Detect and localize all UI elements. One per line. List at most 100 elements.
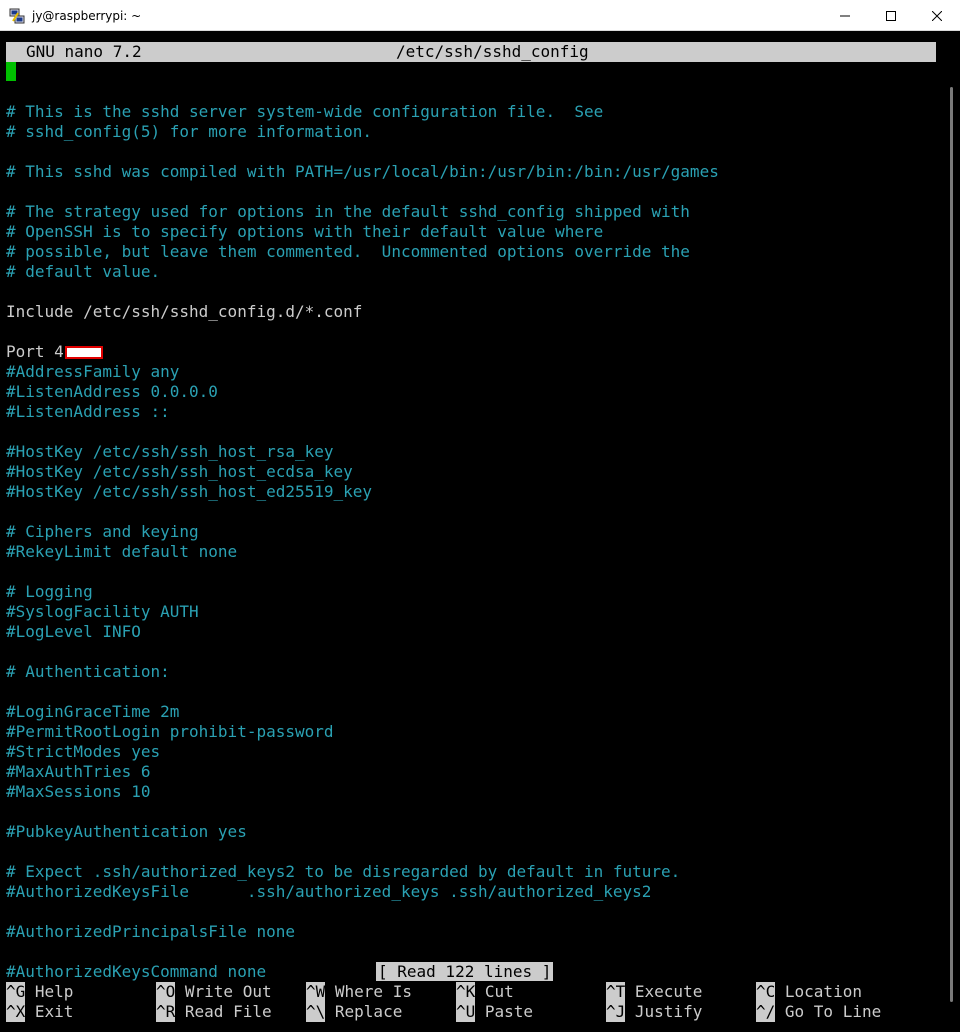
line-text: #LoginGraceTime 2m [6,702,180,721]
shortcut-key: ^C [756,982,776,1002]
line-text: #ListenAddress 0.0.0.0 [6,382,218,401]
line-text: #RekeyLimit default none [6,542,238,561]
redaction-box [64,346,103,359]
nano-title-bar: GNU nano 7.2 /etc/ssh/sshd_config [6,42,936,62]
editor-line: #HostKey /etc/ssh/ssh_host_rsa_key [6,442,936,462]
shortcut-location[interactable]: ^C Location [756,982,862,1002]
close-button[interactable] [914,0,960,31]
editor-line: # sshd_config(5) for more information. [6,122,936,142]
line-text: # OpenSSH is to specify options with the… [6,222,604,241]
line-text: #PubkeyAuthentication yes [6,822,247,841]
shortcut-read-file[interactable]: ^R Read File [156,1002,272,1022]
shortcut-key: ^X [6,1002,26,1022]
shortcut-label: Paste [475,1002,534,1021]
editor-line: #SyslogFacility AUTH [6,602,936,622]
shortcut-write-out[interactable]: ^O Write Out [156,982,272,1002]
shortcut-label: Help [25,982,74,1001]
shortcut-go-to-line[interactable]: ^/ Go To Line [756,1002,881,1022]
editor-line: #MaxSessions 10 [6,782,936,802]
minimize-button[interactable] [822,0,868,31]
shortcut-execute[interactable]: ^T Execute [606,982,702,1002]
putty-icon[interactable] [9,8,25,24]
editor-line: # This is the sshd server system-wide co… [6,102,936,122]
line-text: #HostKey /etc/ssh/ssh_host_ecdsa_key [6,462,353,481]
editor-line: # possible, but leave them commented. Un… [6,242,936,262]
editor-line: Port 4 [6,342,936,362]
editor-line: #StrictModes yes [6,742,936,762]
line-text: #HostKey /etc/ssh/ssh_host_rsa_key [6,442,334,461]
shortcut-key: ^\ [306,1002,326,1022]
shortcut-replace[interactable]: ^\ Replace [306,1002,402,1022]
line-text: #HostKey /etc/ssh/ssh_host_ed25519_key [6,482,373,501]
editor-line: #LoginGraceTime 2m [6,702,936,722]
scrollbar-thumb[interactable] [950,87,953,1002]
editor-line: #RekeyLimit default none [6,542,936,562]
editor-line: #PubkeyAuthentication yes [6,822,936,842]
editor-line: #AddressFamily any [6,362,936,382]
editor-line: # Authentication: [6,662,936,682]
line-text: # Expect .ssh/authorized_keys2 to be dis… [6,862,681,881]
shortcut-key: ^O [156,982,176,1002]
line-text: # Logging [6,582,93,601]
shortcut-label: Location [775,982,862,1001]
line-text: # Ciphers and keying [6,522,199,541]
shortcut-cut[interactable]: ^K Cut [456,982,514,1002]
editor-line: # Expect .ssh/authorized_keys2 to be dis… [6,862,936,882]
editor-line: #MaxAuthTries 6 [6,762,936,782]
close-icon [931,6,943,25]
shortcut-paste[interactable]: ^U Paste [456,1002,533,1022]
editor-line: # default value. [6,262,936,282]
line-text: #PermitRootLogin prohibit-password [6,722,334,741]
shortcut-label: Where Is [325,982,412,1001]
shortcut-label: Exit [25,1002,74,1021]
line-text: #MaxSessions 10 [6,782,151,801]
shortcut-label: Read File [175,1002,272,1021]
editor-line: # OpenSSH is to specify options with the… [6,222,936,242]
line-text: # The strategy used for options in the d… [6,202,690,221]
line-text: #StrictModes yes [6,742,161,761]
editor-line: # Logging [6,582,936,602]
shortcut-help[interactable]: ^G Help [6,982,73,1002]
window-title: jy@raspberrypi: ~ [32,9,142,23]
line-text: Include /etc/ssh/sshd_config.d/*.conf [6,302,363,321]
line-text: #AuthorizedPrincipalsFile none [6,922,295,941]
line-text: #LogLevel INFO [6,622,141,641]
line-text: #AddressFamily any [6,362,180,381]
line-text: # This is the sshd server system-wide co… [6,102,604,121]
scrollbar[interactable] [946,32,959,1031]
shortcut-exit[interactable]: ^X Exit [6,1002,73,1022]
shortcut-justify[interactable]: ^J Justify [606,1002,702,1022]
editor-line: #LogLevel INFO [6,622,936,642]
shortcut-label: Write Out [175,982,272,1001]
window-titlebar[interactable]: jy@raspberrypi: ~ [0,0,960,31]
shortcut-where-is[interactable]: ^W Where Is [306,982,412,1002]
editor-text-area[interactable]: # This is the sshd server system-wide co… [6,82,936,982]
shortcut-label: Execute [625,982,703,1001]
line-text: # This sshd was compiled with PATH=/usr/… [6,162,719,181]
editor-line: # This sshd was compiled with PATH=/usr/… [6,162,936,182]
shortcut-key: ^G [6,982,26,1002]
shortcut-label: Go To Line [775,1002,882,1021]
line-text: Port 4 [6,342,64,361]
line-text: # Authentication: [6,662,170,681]
shortcut-key: ^J [606,1002,626,1022]
line-text: # default value. [6,262,161,281]
text-cursor [6,62,16,81]
maximize-button[interactable] [868,0,914,31]
line-text: #ListenAddress :: [6,402,170,421]
editor-line: #ListenAddress :: [6,402,936,422]
minimize-icon [840,6,850,25]
maximize-icon [886,6,896,25]
editor-line: # Ciphers and keying [6,522,936,542]
shortcut-label: Justify [625,1002,703,1021]
